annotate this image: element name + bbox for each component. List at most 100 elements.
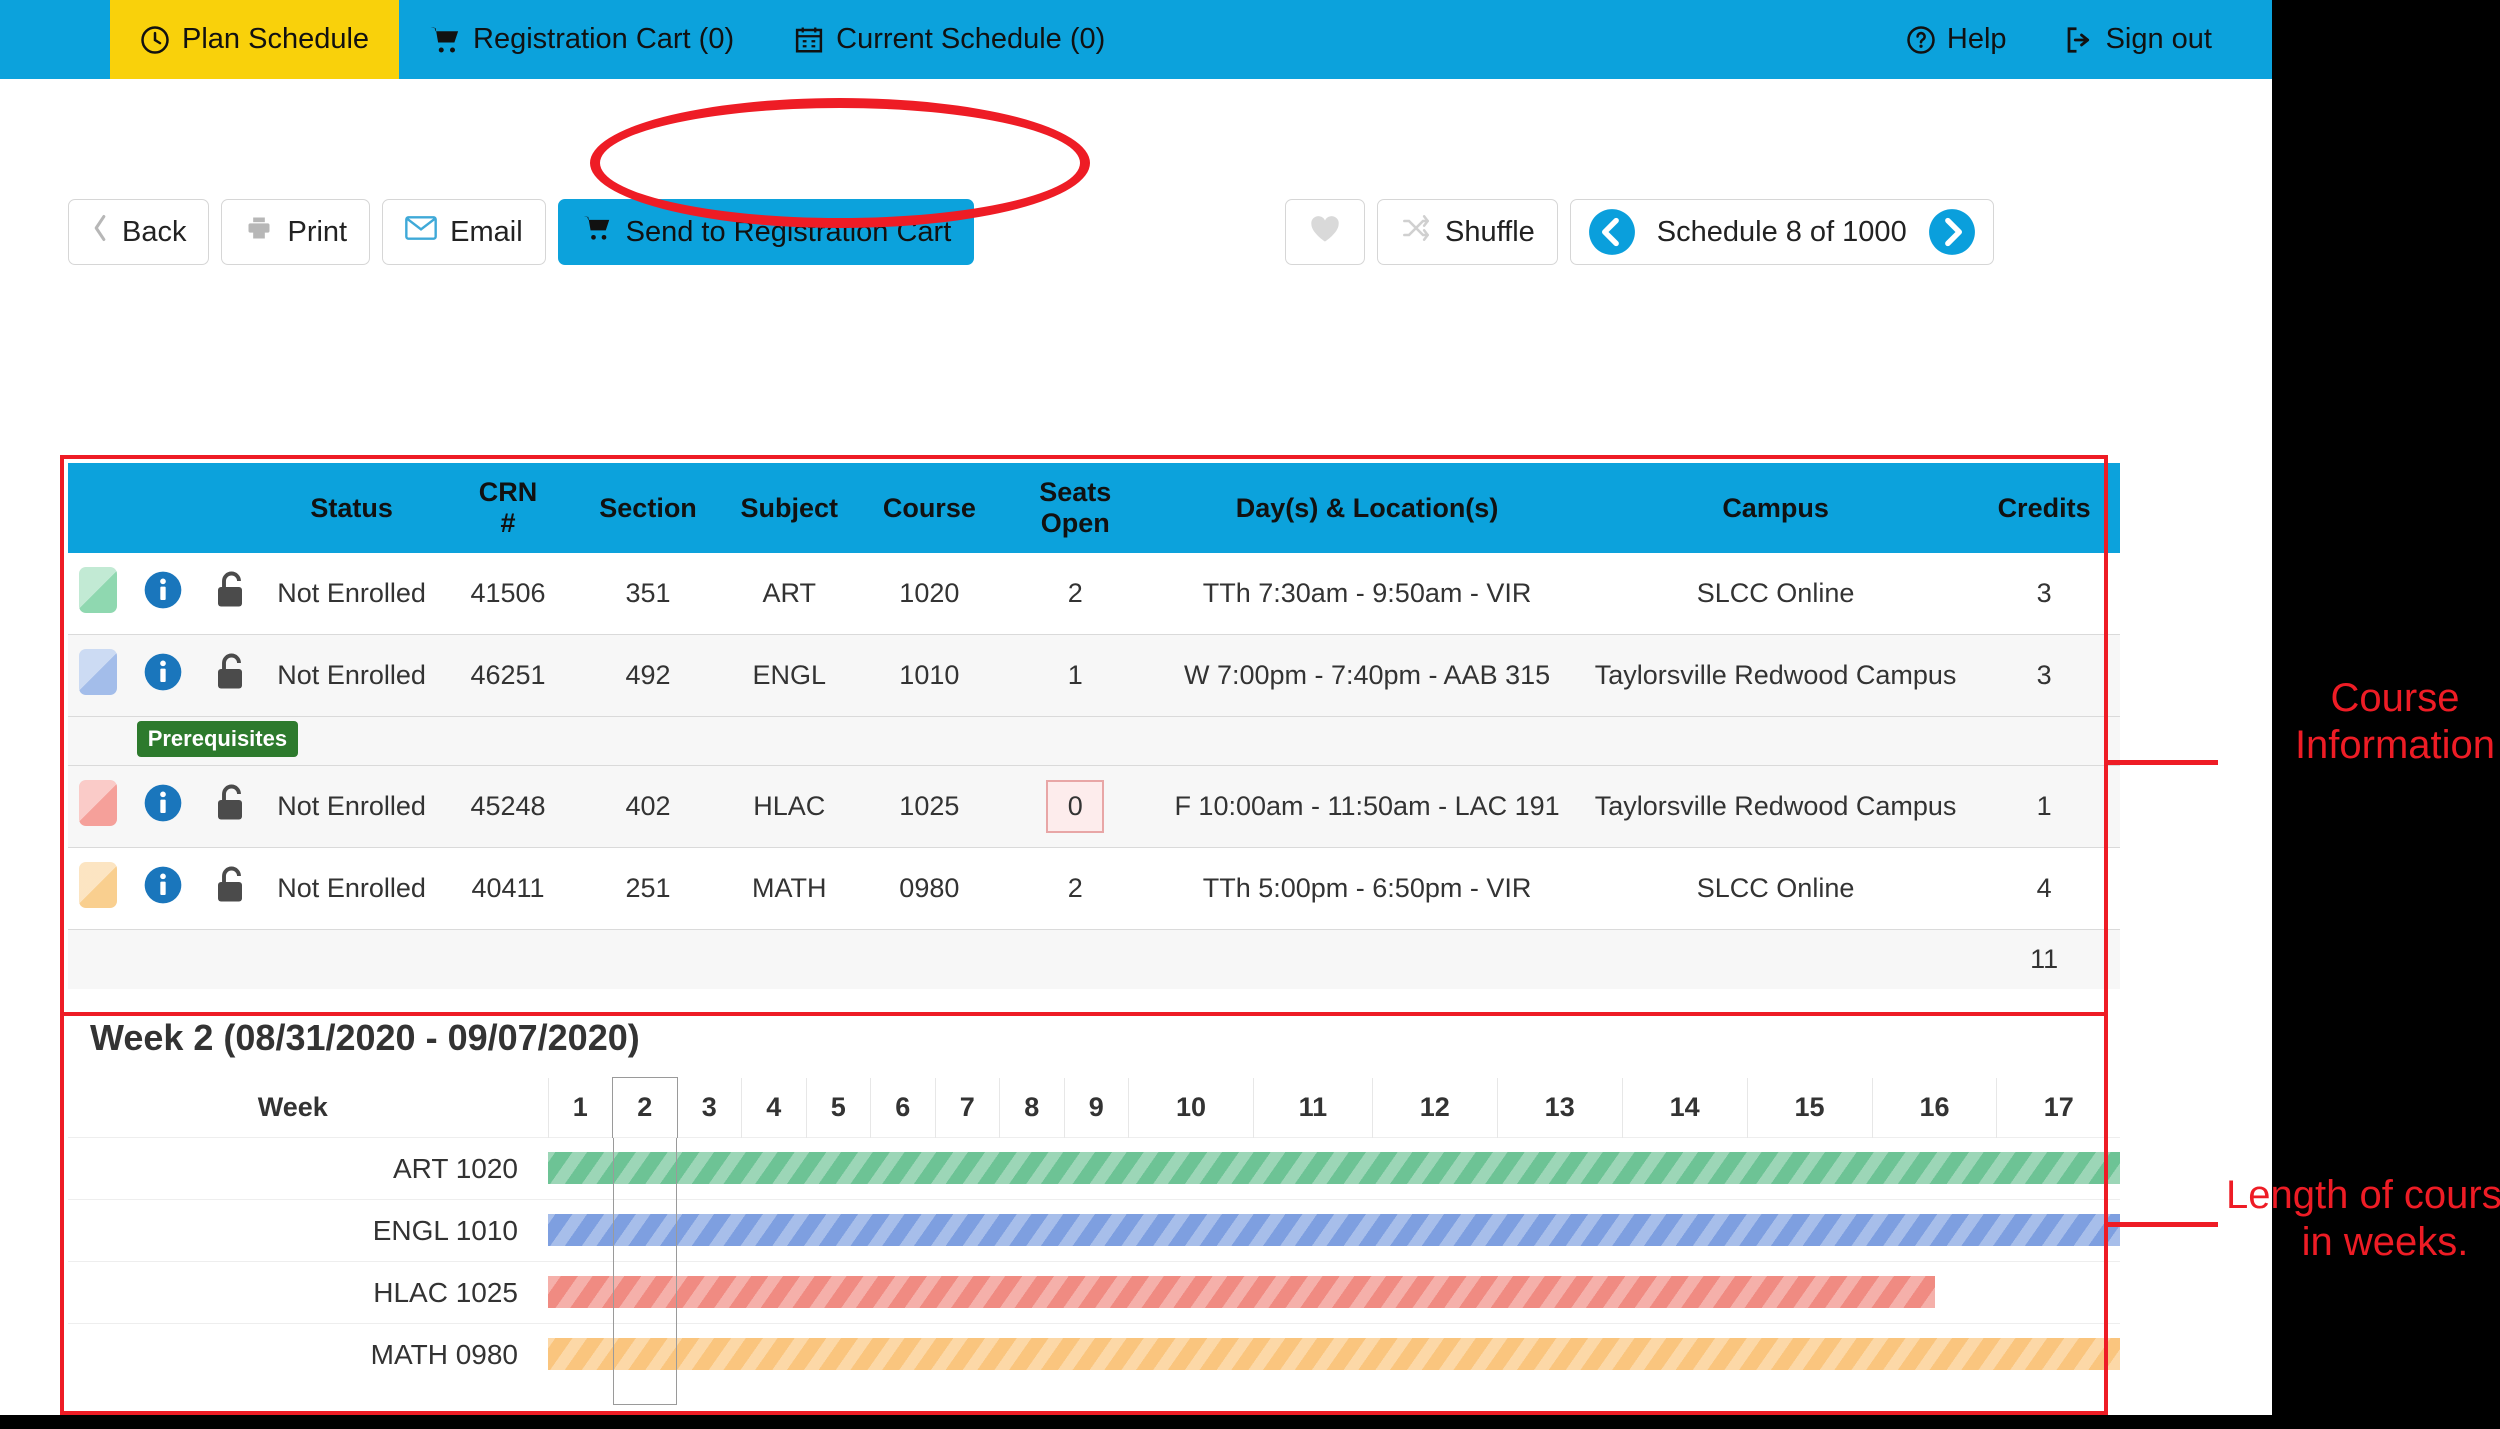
week-number-6[interactable]: 6 [871,1078,936,1138]
week-number-9[interactable]: 9 [1064,1078,1129,1138]
info-icon[interactable] [143,881,183,911]
cell-subject: MATH [719,848,859,930]
prerequisites-badge-cell: Prerequisites [129,717,2120,766]
unlock-icon[interactable] [212,881,248,911]
course-lock-icon-cell[interactable] [196,635,264,717]
week-number-17[interactable]: 17 [1997,1078,2120,1138]
schedule-counter-label: Schedule 8 of 1000 [1657,216,1907,249]
cell-course: 1010 [859,635,999,717]
sign-out-link[interactable]: Sign out [2035,23,2240,56]
week-number-10[interactable]: 10 [1129,1078,1254,1138]
envelope-icon [405,215,437,249]
cell-seats-open: 2 [999,848,1151,930]
week-number-7[interactable]: 7 [935,1078,1000,1138]
course-color-swatch [79,862,117,908]
week-number-2[interactable]: 2 [613,1078,678,1138]
help-link[interactable]: Help [1878,23,2035,56]
table-row-badge: Prerequisites [68,717,2120,766]
course-lock-icon-cell[interactable] [196,766,264,848]
week-chart-bar [548,1276,1935,1308]
week-number-12[interactable]: 12 [1372,1078,1497,1138]
header-seats-open: SeatsOpen [999,463,1151,553]
info-icon[interactable] [143,668,183,698]
cell-crn: 46251 [439,635,577,717]
shuffle-button[interactable]: Shuffle [1377,199,1558,265]
week-grid-header: Week 1234567891011121314151617 [68,1078,2120,1138]
cell-days-locations: W 7:00pm - 7:40pm - AAB 315 [1151,635,1583,717]
seats-open-zero-highlight: 0 [1046,780,1104,833]
tab-plan-schedule[interactable]: Plan Schedule [110,0,399,79]
cell-status: Not Enrolled [264,635,439,717]
unlock-icon[interactable] [212,799,248,829]
week-number-15[interactable]: 15 [1747,1078,1872,1138]
cart-icon [429,25,461,55]
email-button[interactable]: Email [382,199,546,265]
back-button[interactable]: Back [68,199,209,265]
cell-days-locations: TTh 5:00pm - 6:50pm - VIR [1151,848,1583,930]
course-info-icon-cell[interactable] [129,848,197,930]
course-color-swatch [79,780,117,826]
prerequisites-badge[interactable]: Prerequisites [137,721,298,757]
cell-campus: SLCC Online [1583,553,1968,635]
navbar-links: Help Sign out [1878,0,2272,79]
week-number-14[interactable]: 14 [1622,1078,1747,1138]
unlock-icon[interactable] [212,668,248,698]
header-status: Status [264,463,439,553]
chevron-left-icon [91,214,109,250]
info-icon[interactable] [143,799,183,829]
print-button[interactable]: Print [221,199,370,265]
course-color-swatch-cell [68,848,129,930]
course-lock-icon-cell[interactable] [196,553,264,635]
course-info-icon-cell[interactable] [129,553,197,635]
cell-campus: Taylorsville Redwood Campus [1583,635,1968,717]
info-icon[interactable] [143,586,183,616]
sign-out-label: Sign out [2106,23,2212,56]
cell-seats-open: 0 [999,766,1151,848]
week-number-5[interactable]: 5 [806,1078,871,1138]
unlock-icon[interactable] [212,586,248,616]
week-chart-row: MATH 0980 [68,1324,2120,1386]
cell-course: 1025 [859,766,999,848]
header-lock [196,463,264,553]
header-section: Section [577,463,719,553]
email-label: Email [450,216,523,249]
tab-current-schedule[interactable]: Current Schedule (0) [764,0,1135,79]
table-row: Not Enrolled46251492ENGL10101W 7:00pm - … [68,635,2120,717]
tab-registration-cart[interactable]: Registration Cart (0) [399,0,764,79]
total-spacer [68,930,1968,990]
header-color [68,463,129,553]
favorite-button[interactable] [1285,199,1365,265]
week-number-16[interactable]: 16 [1872,1078,1997,1138]
week-header-row: Week 1234567891011121314151617 [68,1078,2120,1138]
course-table-body: Not Enrolled41506351ART10202TTh 7:30am -… [68,553,2120,989]
header-course: Course [859,463,999,553]
week-number-4[interactable]: 4 [742,1078,807,1138]
header-credits: Credits [1968,463,2120,553]
week-number-8[interactable]: 8 [1000,1078,1065,1138]
heart-icon [1308,213,1342,251]
table-row: Not Enrolled45248402HLAC10250F 10:00am -… [68,766,2120,848]
cell-subject: ART [719,553,859,635]
week-number-3[interactable]: 3 [677,1078,742,1138]
course-info-icon-cell[interactable] [129,766,197,848]
course-length-chart: Week 2 (08/31/2020 - 09/07/2020) Week 12… [68,1005,2120,1411]
next-schedule-button[interactable] [1927,207,1977,257]
week-number-11[interactable]: 11 [1253,1078,1372,1138]
course-info-icon-cell[interactable] [129,635,197,717]
week-number-13[interactable]: 13 [1497,1078,1622,1138]
week-chart-course-label: MATH 0980 [68,1324,548,1386]
send-to-registration-cart-button[interactable]: Send to Registration Cart [558,199,975,265]
cell-subject: ENGL [719,635,859,717]
cell-campus: Taylorsville Redwood Campus [1583,766,1968,848]
week-number-1[interactable]: 1 [548,1078,613,1138]
calendar-icon [794,25,824,55]
table-total-row: 11 [68,930,2120,990]
cell-seats-open: 2 [999,553,1151,635]
course-color-swatch-cell [68,635,129,717]
course-lock-icon-cell[interactable] [196,848,264,930]
app-page: Plan Schedule Registration Cart (0) [0,0,2272,1415]
previous-schedule-button[interactable] [1587,207,1637,257]
toolbar-left-group: Back Print Email [68,199,986,265]
help-label: Help [1947,23,2007,56]
header-days-locations: Day(s) & Location(s) [1151,463,1583,553]
